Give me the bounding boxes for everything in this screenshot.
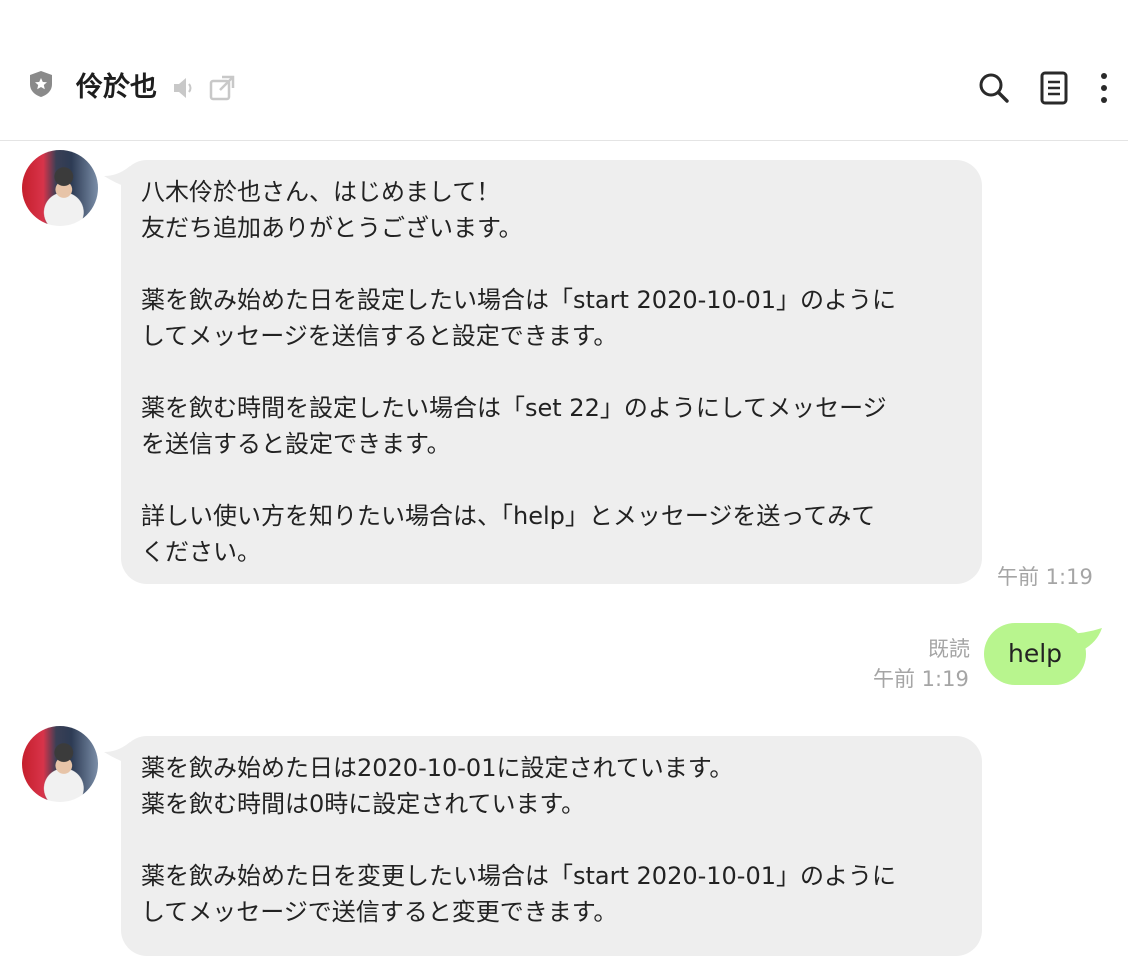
mute-icon[interactable] [170, 74, 198, 102]
external-window-icon[interactable] [208, 74, 236, 102]
more-icon[interactable] [1092, 70, 1116, 106]
chat-title: 伶於也 [76, 72, 157, 103]
message-time: 午前 1:19 [997, 565, 1093, 589]
chat-header: 伶於也 [0, 0, 1128, 141]
message-bubble-incoming: 八木伶於也さん、はじめまして！ 友だち追加ありがとうございます。 薬を飲み始めた… [121, 160, 982, 584]
avatar[interactable] [22, 150, 98, 226]
message-bubble-outgoing: help [984, 623, 1086, 685]
read-receipt: 既読 [928, 637, 970, 661]
message-bubble-incoming: 薬を飲み始めた日は2020-10-01に設定されています。 薬を飲む時間は0時に… [121, 736, 982, 956]
message-time: 午前 1:19 [873, 667, 969, 691]
search-icon[interactable] [978, 72, 1010, 104]
shield-icon [30, 71, 52, 97]
notes-icon[interactable] [1038, 70, 1070, 106]
avatar[interactable] [22, 726, 98, 802]
